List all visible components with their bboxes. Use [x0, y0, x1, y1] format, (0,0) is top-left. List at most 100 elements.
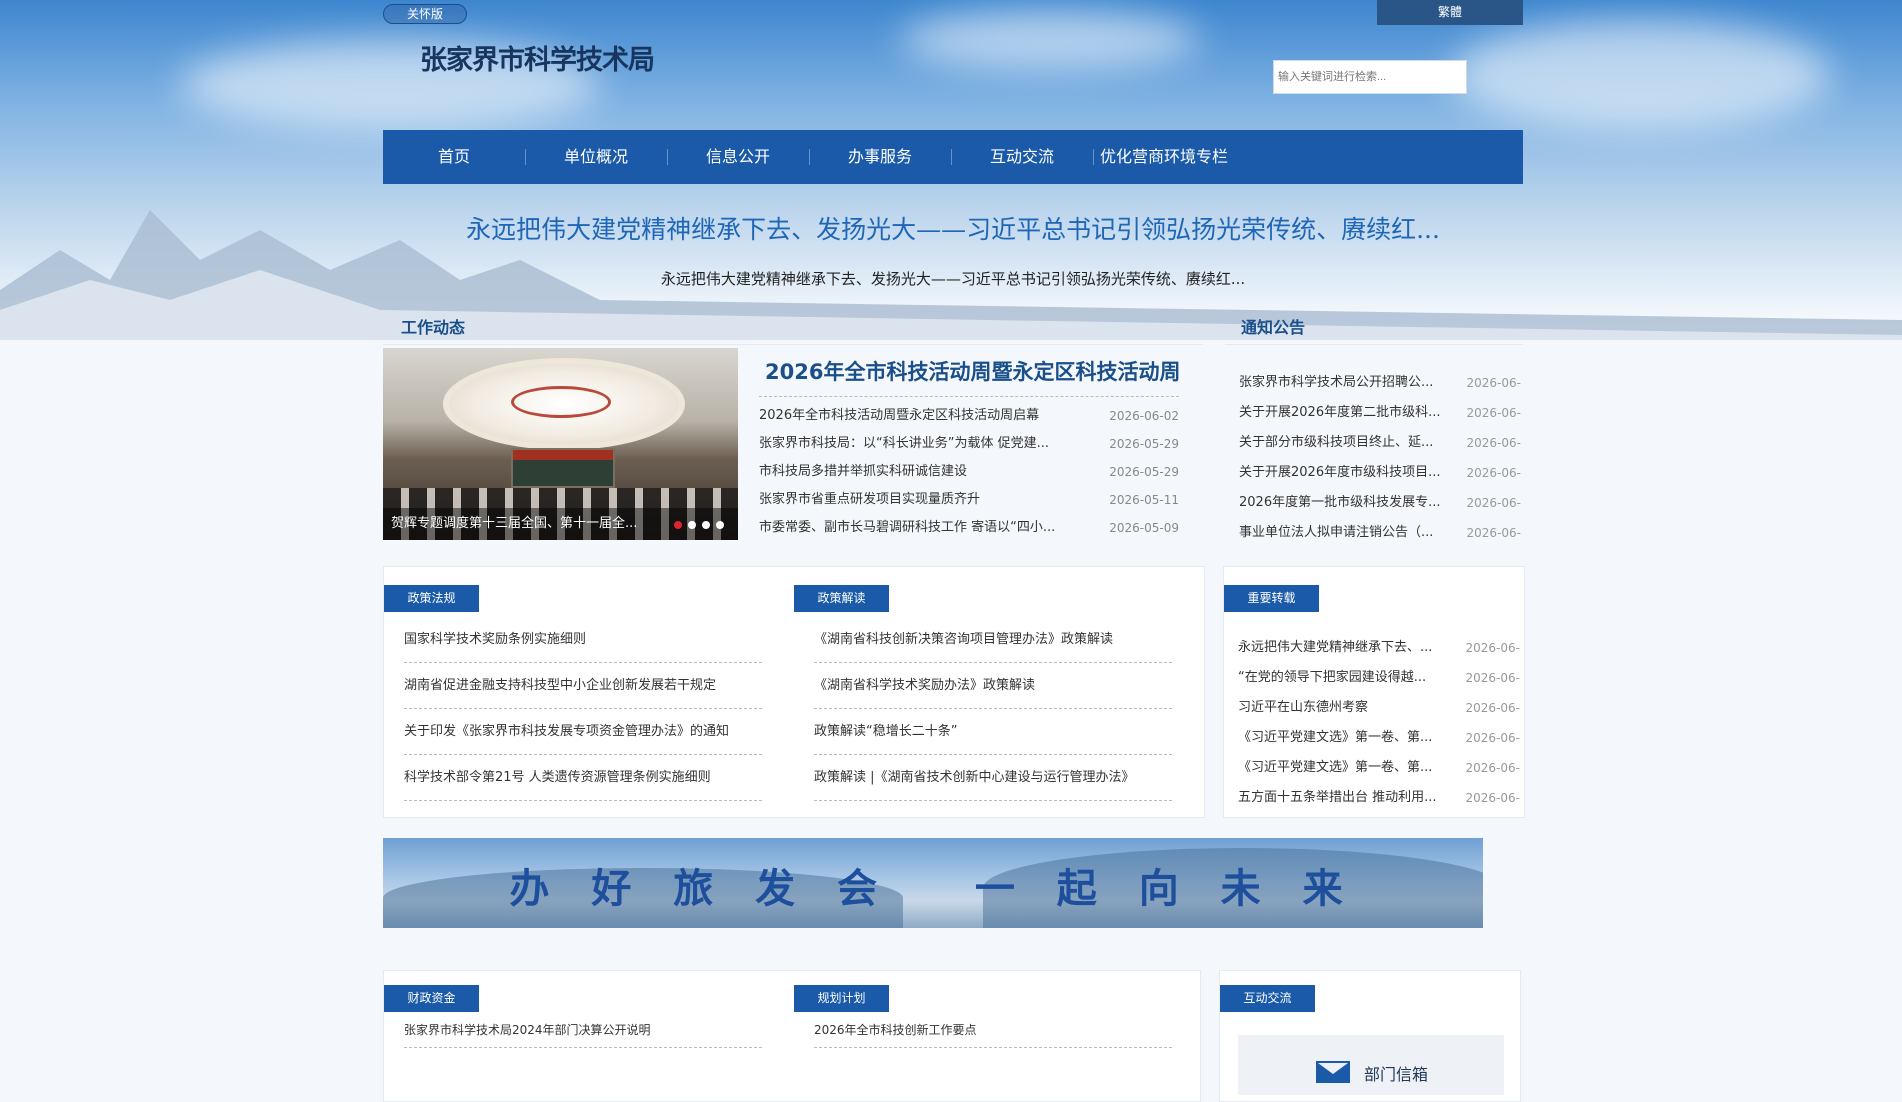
notice-title[interactable]: 关于开展2026年度第二批市级科...	[1239, 398, 1451, 428]
section-title[interactable]: 工作动态	[401, 314, 465, 338]
interpretation-list: 《湖南省科技创新决策咨询项目管理办法》政策解读 《湖南省科学技术奖励办法》政策解…	[814, 617, 1172, 801]
nav-item-home[interactable]: 首页	[383, 130, 525, 184]
carousel-dot[interactable]	[716, 521, 724, 529]
notice-date: 2026-06-	[1466, 496, 1521, 510]
notice-title[interactable]: 事业单位法人拟申请注销公告（...	[1239, 518, 1451, 548]
item-date: 2026-06-	[1465, 731, 1520, 745]
list-item[interactable]: 五方面十五条举措出台 推动利用... 2026-06-	[1238, 783, 1520, 813]
finance-list: 张家界市科学技术局2024年部门决算公开说明	[404, 1013, 762, 1048]
news-date: 2026-05-11	[1109, 493, 1179, 507]
interaction-section: 互动交流 部门信箱	[1219, 970, 1521, 1102]
news-carousel[interactable]: 贺辉专题调度第十三届全国、第十一届全...	[383, 348, 738, 540]
news-date: 2026-05-09	[1109, 521, 1179, 535]
list-item[interactable]: 关于开展2026年度第二批市级科... 2026-06-	[1239, 398, 1521, 428]
carousel-image-detail	[511, 386, 611, 418]
tab-policy-regulations[interactable]: 政策法规	[384, 585, 479, 612]
news-date: 2026-05-29	[1109, 437, 1179, 451]
news-title[interactable]: 张家界市省重点研发项目实现量质齐升	[759, 486, 1099, 514]
list-item[interactable]: 《湖南省科学技术奖励办法》政策解读	[814, 663, 1172, 709]
item-title[interactable]: 《习近平党建文选》第一卷、第...	[1238, 753, 1450, 783]
list-item[interactable]: 永远把伟大建党精神继承下去、... 2026-06-	[1238, 633, 1520, 663]
list-item[interactable]: 国家科学技术奖励条例实施细则	[404, 617, 762, 663]
important-reprint-section: 重要转载 永远把伟大建党精神继承下去、... 2026-06- “在党的领导下把家…	[1223, 566, 1525, 818]
carousel-dot[interactable]	[674, 521, 682, 529]
policy-section: 政策法规 国家科学技术奖励条例实施细则 湖南省促进金融支持科技型中小企业创新发展…	[383, 566, 1205, 818]
list-item[interactable]: 关于印发《张家界市科技发展专项资金管理办法》的通知	[404, 709, 762, 755]
divider	[759, 396, 1179, 397]
nav-item-about[interactable]: 单位概况	[525, 130, 667, 184]
notice-title[interactable]: 张家界市科学技术局公开招聘公...	[1239, 368, 1451, 398]
news-title[interactable]: 张家界市科技局：以“科长讲业务”为载体 促党建...	[759, 430, 1099, 458]
list-item[interactable]: 《习近平党建文选》第一卷、第... 2026-06-	[1238, 723, 1520, 753]
cloud-decoration	[900, 10, 1200, 70]
list-item[interactable]: 关于部分市级科技项目终止、延... 2026-06-	[1239, 428, 1521, 458]
item-date: 2026-06-	[1465, 671, 1520, 685]
tab-planning[interactable]: 规划计划	[794, 985, 889, 1012]
list-item[interactable]: 张家界市科学技术局公开招聘公... 2026-06-	[1239, 368, 1521, 398]
list-item[interactable]: 市科技局多措并举抓实科研诚信建设 2026-05-29	[759, 458, 1179, 486]
banner-slogan: 办 好 旅 发 会 一 起 向 未 来	[509, 865, 1357, 912]
list-item[interactable]: 《湖南省科技创新决策咨询项目管理办法》政策解读	[814, 617, 1172, 663]
important-list: 永远把伟大建党精神继承下去、... 2026-06- “在党的领导下把家园建设得越…	[1238, 633, 1520, 813]
list-item[interactable]: “在党的领导下把家园建设得越... 2026-06-	[1238, 663, 1520, 693]
work-news-section: 工作动态 贺辉专题调度第十三届全国、第十一届全... 2026年全市科技活动周暨…	[383, 306, 1203, 540]
section-title[interactable]: 通知公告	[1241, 314, 1305, 338]
tab-interaction[interactable]: 互动交流	[1220, 985, 1315, 1012]
item-title[interactable]: 习近平在山东德州考察	[1238, 693, 1450, 723]
list-item[interactable]: 湖南省促进金融支持科技型中小企业创新发展若干规定	[404, 663, 762, 709]
nav-item-services[interactable]: 办事服务	[809, 130, 951, 184]
list-item[interactable]: 关于开展2026年度市级科技项目... 2026-06-	[1239, 458, 1521, 488]
news-title[interactable]: 2026年全市科技活动周暨永定区科技活动周启幕	[759, 402, 1099, 430]
list-item[interactable]: 市委常委、副市长马碧调研科技工作 寄语以“四小... 2026-05-09	[759, 514, 1179, 542]
headline-link[interactable]: 永远把伟大建党精神继承下去、发扬光大——习近平总书记引领弘扬光荣传统、赓续红..…	[383, 210, 1523, 246]
notice-title[interactable]: 关于开展2026年度市级科技项目...	[1239, 458, 1451, 488]
feature-news-title[interactable]: 2026年全市科技活动周暨永定区科技活动周	[765, 356, 1180, 386]
carousel-dot[interactable]	[688, 521, 696, 529]
list-item[interactable]: 习近平在山东德州考察 2026-06-	[1238, 693, 1520, 723]
news-title[interactable]: 市科技局多措并举抓实科研诚信建设	[759, 458, 1099, 486]
carousel-dot[interactable]	[702, 521, 710, 529]
search-input[interactable]	[1273, 60, 1467, 94]
divider	[1225, 344, 1523, 345]
carousel-image-detail	[511, 448, 615, 488]
notice-section: 通知公告 张家界市科学技术局公开招聘公... 2026-06- 关于开展2026年…	[1225, 306, 1523, 540]
cloud-decoration	[1450, 20, 1830, 130]
subheadline-link[interactable]: 永远把伟大建党精神继承下去、发扬光大——习近平总书记引领弘扬光荣传统、赓续红..…	[383, 268, 1523, 289]
list-item[interactable]: 事业单位法人拟申请注销公告（... 2026-06-	[1239, 518, 1521, 548]
item-date: 2026-06-	[1465, 641, 1520, 655]
list-item[interactable]: 科学技术部令第21号 人类遗传资源管理条例实施细则	[404, 755, 762, 801]
nav-item-interaction[interactable]: 互动交流	[951, 130, 1093, 184]
finance-planning-section: 财政资金 张家界市科学技术局2024年部门决算公开说明 规划计划 2026年全市…	[383, 970, 1201, 1102]
list-item[interactable]: 张家界市科技局：以“科长讲业务”为载体 促党建... 2026-05-29	[759, 430, 1179, 458]
item-title[interactable]: 永远把伟大建党精神继承下去、...	[1238, 633, 1450, 663]
care-version-button[interactable]: 关怀版	[383, 4, 467, 24]
news-list: 2026年全市科技活动周暨永定区科技活动周启幕 2026-06-02 张家界市科技…	[759, 402, 1179, 542]
list-item[interactable]: 2026年度第一批市级科技发展专... 2026-06-	[1239, 488, 1521, 518]
item-title[interactable]: “在党的领导下把家园建设得越...	[1238, 663, 1450, 693]
policy-list: 国家科学技术奖励条例实施细则 湖南省促进金融支持科技型中小企业创新发展若干规定 …	[404, 617, 762, 801]
list-item[interactable]: 张家界市省重点研发项目实现量质齐升 2026-05-11	[759, 486, 1179, 514]
list-item[interactable]: 2026年全市科技创新工作要点	[814, 1013, 1172, 1048]
nav-item-info-disclosure[interactable]: 信息公开	[667, 130, 809, 184]
promo-banner[interactable]: 办 好 旅 发 会 一 起 向 未 来	[383, 838, 1483, 928]
planning-list: 2026年全市科技创新工作要点	[814, 1013, 1172, 1048]
mailbox-label: 部门信箱	[1364, 1065, 1429, 1084]
notice-date: 2026-06-	[1466, 406, 1521, 420]
tab-important-reprint[interactable]: 重要转载	[1224, 585, 1319, 612]
site-title[interactable]: 张家界市科学技术局	[420, 38, 655, 77]
list-item[interactable]: 《习近平党建文选》第一卷、第... 2026-06-	[1238, 753, 1520, 783]
list-item[interactable]: 政策解读“稳增长二十条”	[814, 709, 1172, 755]
news-title[interactable]: 市委常委、副市长马碧调研科技工作 寄语以“四小...	[759, 514, 1099, 542]
item-title[interactable]: 《习近平党建文选》第一卷、第...	[1238, 723, 1450, 753]
tab-policy-interpretation[interactable]: 政策解读	[794, 585, 889, 612]
tab-finance[interactable]: 财政资金	[384, 985, 479, 1012]
list-item[interactable]: 张家界市科学技术局2024年部门决算公开说明	[404, 1013, 762, 1048]
traditional-chinese-button[interactable]: 繁體	[1377, 0, 1523, 25]
list-item[interactable]: 政策解读 |《湖南省技术创新中心建设与运行管理办法》	[814, 755, 1172, 801]
notice-title[interactable]: 2026年度第一批市级科技发展专...	[1239, 488, 1451, 518]
department-mailbox[interactable]: 部门信箱	[1238, 1035, 1504, 1095]
nav-item-business-environment[interactable]: 优化营商环境专栏	[1093, 130, 1235, 184]
notice-title[interactable]: 关于部分市级科技项目终止、延...	[1239, 428, 1451, 458]
item-title[interactable]: 五方面十五条举措出台 推动利用...	[1238, 783, 1450, 813]
list-item[interactable]: 2026年全市科技活动周暨永定区科技活动周启幕 2026-06-02	[759, 402, 1179, 430]
